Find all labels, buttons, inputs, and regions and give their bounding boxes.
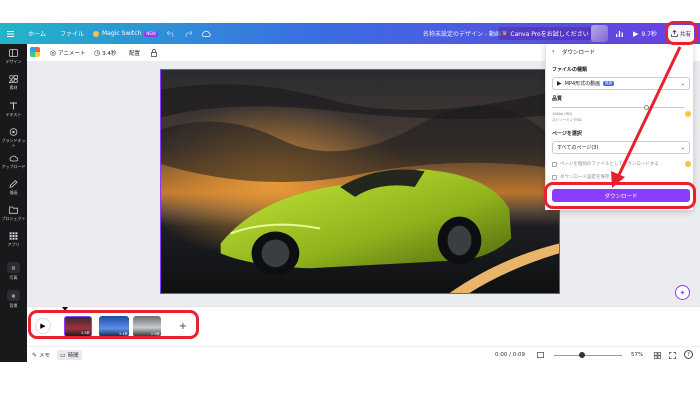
annotation-arrow [611,46,682,188]
